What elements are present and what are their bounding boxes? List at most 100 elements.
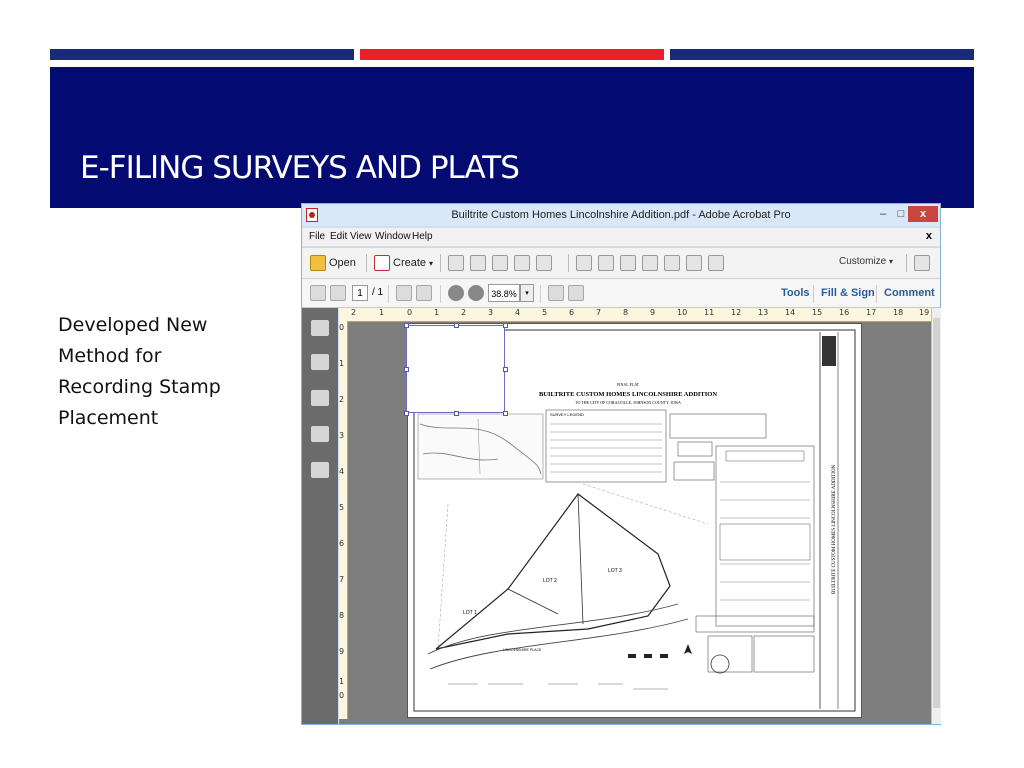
menu-edit[interactable]: Edit [330,231,347,242]
ruler-number: 12 [731,308,742,317]
main-toolbar: Open Create ▾ Customize ▾ [302,247,940,279]
hand-tool-icon[interactable] [416,285,432,301]
ruler-number: 1 [339,359,345,368]
settings-icon[interactable] [576,255,592,271]
recording-stamp-box[interactable] [404,323,508,416]
ruler-number: 0 [339,323,345,332]
ruler-number: 1 [379,308,385,317]
create-label: Create [393,257,427,269]
ruler-number: 6 [339,539,345,548]
ruler-number: 15 [812,308,823,317]
resize-handle[interactable] [454,411,459,416]
signatures-icon[interactable] [311,462,329,478]
ruler-number: 1 [434,308,440,317]
ruler-number: 4 [515,308,521,317]
menu-help[interactable]: Help [412,231,433,242]
highlight-icon[interactable] [620,255,636,271]
header-stripe-blue-right [670,49,974,60]
toolbar-icon-group [448,255,552,271]
customize-button[interactable]: Customize ▾ [839,256,893,267]
create-button[interactable]: Create ▾ [374,254,433,272]
menu-window[interactable]: Window [375,231,411,242]
header-stripe-red [360,49,664,60]
page-icon[interactable] [642,255,658,271]
toolbar-separator [540,285,541,303]
page-extract-icon[interactable] [664,255,680,271]
ruler-number: 9 [650,308,656,317]
page-insert-icon[interactable] [686,255,702,271]
chevron-down-icon[interactable]: ▾ [520,284,534,302]
print-icon[interactable] [492,255,508,271]
maximize-button[interactable]: □ [894,206,908,222]
ruler-number: 2 [461,308,467,317]
ruler-number: 2 [339,395,345,404]
previous-page-icon[interactable] [310,285,326,301]
toolbar-separator [906,254,907,272]
customize-label: Customize [839,256,887,267]
title-banner [50,67,974,208]
minimize-button[interactable]: – [876,206,890,222]
open-button[interactable]: Open [310,254,356,272]
toolbar-separator [440,254,441,272]
ruler-number: 14 [785,308,796,317]
fit-page-icon[interactable] [568,285,584,301]
ruler-number: 8 [339,611,345,620]
chevron-down-icon: ▾ [429,258,434,268]
edit-icon[interactable] [514,255,530,271]
resize-handle[interactable] [454,323,459,328]
menu-file[interactable]: File [309,231,325,242]
ruler-number: 7 [339,575,345,584]
create-pdf-icon [374,255,390,271]
legend-title: SURVEY LEGEND [550,412,584,417]
ruler-number: 6 [569,308,575,317]
resize-handle[interactable] [503,367,508,372]
ruler-number: 19 [919,308,930,317]
next-page-icon[interactable] [330,285,346,301]
scrollbar-thumb[interactable] [933,318,940,708]
comment-icon[interactable] [598,255,614,271]
zoom-level-input[interactable]: 38.8% [488,284,520,302]
open-label: Open [329,257,356,269]
resize-handle[interactable] [404,411,409,416]
document-close-button[interactable]: x [926,230,932,242]
ruler-number: 10 [677,308,688,317]
email-icon[interactable] [536,255,552,271]
comment-panel-link[interactable]: Comment [884,287,935,299]
header-stripe-blue-left [50,49,354,60]
tools-panel-link[interactable]: Tools [781,287,810,299]
select-tool-icon[interactable] [396,285,412,301]
toolbar-separator [388,285,389,303]
layers-icon[interactable] [311,426,329,442]
resize-handle[interactable] [404,323,409,328]
resize-handle[interactable] [503,323,508,328]
save-icon[interactable] [448,255,464,271]
slide-title: E-FILING SURVEYS AND PLATS [80,150,520,186]
page-number-input[interactable]: 1 [352,285,368,301]
menu-bar: File Edit View Window Help x [302,228,940,246]
close-button[interactable]: x [908,206,938,222]
fit-width-icon[interactable] [548,285,564,301]
navigation-toolbar: 1 / 1 38.8% ▾ Tools Fill & Sign Comment [302,279,940,308]
toolbar-icon-group-2 [576,255,724,271]
zoom-out-icon[interactable] [448,285,464,301]
ruler-number: 4 [339,467,345,476]
zoom-in-icon[interactable] [468,285,484,301]
menu-view[interactable]: View [350,231,372,242]
body-line: Method for [58,345,162,367]
resize-handle[interactable] [404,367,409,372]
vertical-scrollbar[interactable] [931,308,941,724]
attachments-icon[interactable] [311,390,329,406]
expand-icon[interactable] [914,255,930,271]
plat-heading: FINAL PLAT [617,382,640,387]
toolbar-separator [440,285,441,303]
ruler-number: 18 [893,308,904,317]
secure-icon[interactable] [708,255,724,271]
chevron-down-icon: ▾ [889,257,894,266]
resize-handle[interactable] [503,411,508,416]
pages-icon[interactable] [311,320,329,336]
acrobat-window: Builtrite Custom Homes Lincolnshire Addi… [301,203,941,725]
upload-icon[interactable] [470,255,486,271]
fill-sign-panel-link[interactable]: Fill & Sign [821,287,875,299]
ruler-number: 2 [351,308,357,317]
bookmarks-icon[interactable] [311,354,329,370]
